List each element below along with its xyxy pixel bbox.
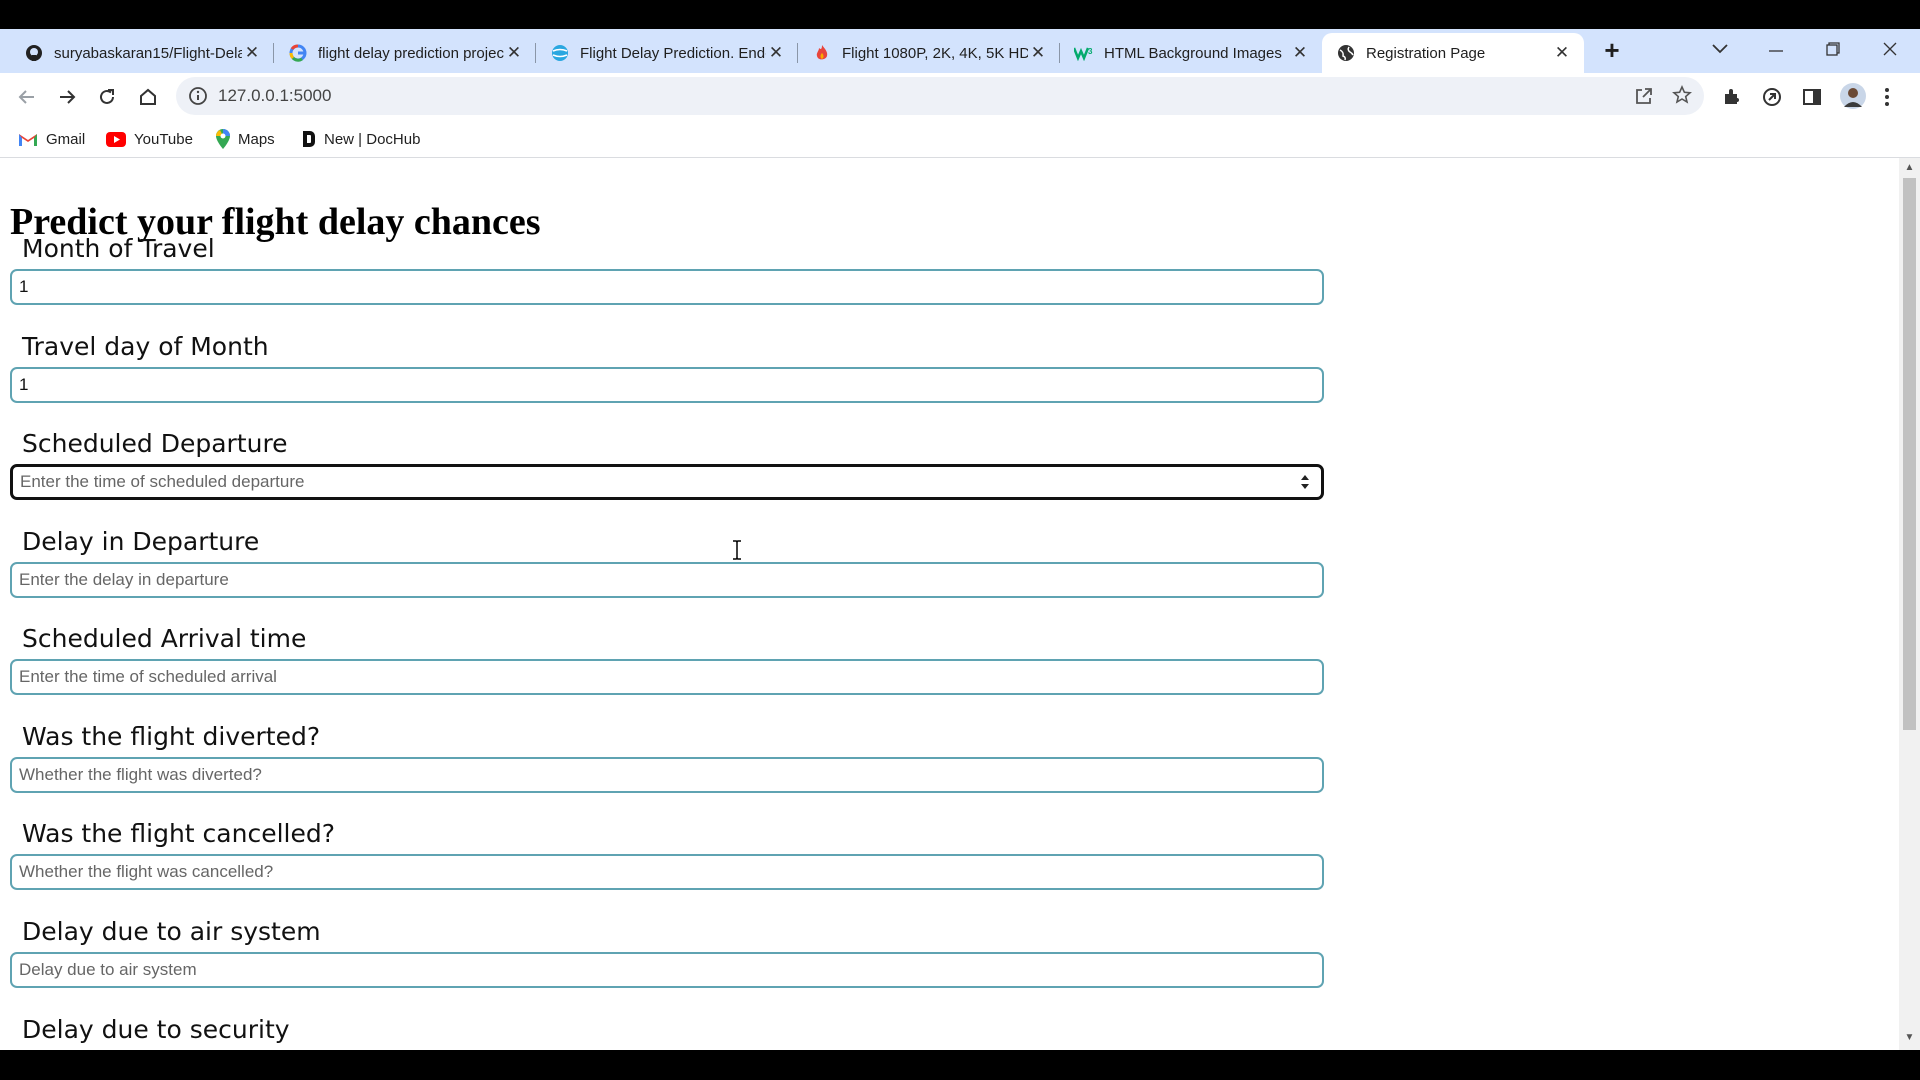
menu-kebab-icon[interactable] bbox=[1884, 87, 1890, 112]
tab-strip: suryabaskaran15/Flight-Delay ✕ flight de… bbox=[0, 29, 1920, 73]
fire-icon bbox=[812, 43, 832, 63]
number-spinner-icon[interactable] bbox=[1298, 471, 1312, 493]
bookmark-label: Gmail bbox=[46, 130, 86, 148]
field-label-day: Travel day of Month bbox=[22, 332, 269, 361]
dochub-icon bbox=[302, 130, 316, 148]
new-tab-button[interactable]: + bbox=[1590, 33, 1634, 67]
maps-icon bbox=[216, 129, 230, 149]
field-label-security-delay: Delay due to security bbox=[22, 1015, 290, 1044]
site-info-icon[interactable] bbox=[188, 86, 208, 111]
field-label-air-system-delay: Delay due to air system bbox=[22, 917, 321, 946]
gmail-icon bbox=[18, 131, 38, 147]
close-icon[interactable]: ✕ bbox=[504, 43, 524, 63]
diverted-input[interactable] bbox=[10, 757, 1324, 793]
field-label-diverted: Was the flight diverted? bbox=[22, 722, 321, 751]
bookmark-dochub[interactable]: New | DocHub bbox=[302, 129, 420, 149]
close-icon[interactable]: ✕ bbox=[1290, 43, 1310, 63]
globe-blue-icon bbox=[550, 43, 570, 63]
close-icon[interactable]: ✕ bbox=[1552, 43, 1572, 63]
month-of-travel-input[interactable] bbox=[10, 269, 1324, 305]
restore-button[interactable] bbox=[1811, 33, 1855, 67]
page-scrollbar[interactable]: ▲ ▼ bbox=[1899, 158, 1920, 1050]
minimize-button[interactable] bbox=[1754, 33, 1798, 67]
profile-avatar[interactable] bbox=[1840, 83, 1866, 114]
close-icon[interactable]: ✕ bbox=[766, 43, 786, 63]
tab-google-search[interactable]: flight delay prediction project ✕ bbox=[274, 33, 536, 73]
tab-github[interactable]: suryabaskaran15/Flight-Delay ✕ bbox=[0, 33, 274, 73]
browser-window: suryabaskaran15/Flight-Delay ✕ flight de… bbox=[0, 29, 1920, 1050]
field-label-scheduled-arrival: Scheduled Arrival time bbox=[22, 624, 307, 653]
bookmarks-bar: Gmail YouTube Maps New | DocHub bbox=[0, 121, 1920, 158]
back-button[interactable] bbox=[13, 83, 41, 111]
scheduled-departure-input[interactable] bbox=[10, 464, 1324, 500]
tab-title: suryabaskaran15/Flight-Delay bbox=[54, 44, 242, 62]
bookmark-label: YouTube bbox=[134, 130, 193, 148]
forward-button[interactable] bbox=[53, 83, 81, 111]
tab-wallpapers[interactable]: Flight 1080P, 2K, 4K, 5K HD ✕ bbox=[798, 33, 1060, 73]
tab-title: flight delay prediction project bbox=[318, 44, 504, 62]
scheduled-arrival-input[interactable] bbox=[10, 659, 1324, 695]
bookmark-maps[interactable]: Maps bbox=[216, 129, 275, 149]
text-cursor-icon bbox=[733, 540, 741, 560]
side-panel-icon[interactable] bbox=[1802, 87, 1822, 112]
url-text: 127.0.0.1:5000 bbox=[218, 86, 332, 105]
globe-icon bbox=[1336, 43, 1356, 63]
tab-w3schools[interactable]: 3 HTML Background Images ✕ bbox=[1060, 33, 1322, 73]
bookmark-label: Maps bbox=[238, 130, 275, 148]
page-content: Predict your flight delay chances Month … bbox=[0, 158, 1899, 1050]
travel-day-input[interactable] bbox=[10, 367, 1324, 403]
bookmark-star-icon[interactable] bbox=[1672, 85, 1692, 110]
tab-medium-article[interactable]: Flight Delay Prediction. End-to-end ✕ bbox=[536, 33, 798, 73]
bookmark-label: New | DocHub bbox=[324, 130, 421, 148]
youtube-icon bbox=[106, 131, 126, 147]
field-label-scheduled-departure: Scheduled Departure bbox=[22, 429, 288, 458]
w3schools-icon: 3 bbox=[1074, 43, 1094, 63]
close-window-button[interactable] bbox=[1868, 33, 1912, 67]
field-label-delay-departure: Delay in Departure bbox=[22, 527, 260, 556]
browser-toolbar: 127.0.0.1:5000 bbox=[0, 73, 1920, 121]
github-icon bbox=[24, 43, 44, 63]
close-icon[interactable]: ✕ bbox=[242, 43, 262, 63]
tab-search-chevron-icon[interactable] bbox=[1698, 33, 1742, 67]
bookmark-gmail[interactable]: Gmail bbox=[18, 129, 85, 149]
cancelled-input[interactable] bbox=[10, 854, 1324, 890]
air-system-delay-input[interactable] bbox=[10, 952, 1324, 988]
tab-registration-page[interactable]: Registration Page ✕ bbox=[1322, 33, 1584, 73]
share-icon[interactable] bbox=[1634, 86, 1654, 111]
tab-title: Registration Page bbox=[1366, 44, 1486, 62]
tab-title: Flight Delay Prediction. End-to-end bbox=[580, 44, 766, 62]
bookmark-youtube[interactable]: YouTube bbox=[106, 129, 193, 149]
scrollbar-thumb[interactable] bbox=[1903, 178, 1916, 730]
delay-in-departure-input[interactable] bbox=[10, 562, 1324, 598]
extension-refresh-icon[interactable] bbox=[1762, 87, 1782, 112]
tab-title: Flight 1080P, 2K, 4K, 5K HD bbox=[842, 44, 1028, 62]
field-label-cancelled: Was the flight cancelled? bbox=[22, 819, 335, 848]
address-bar[interactable]: 127.0.0.1:5000 bbox=[176, 77, 1704, 115]
scroll-up-arrow-icon[interactable]: ▲ bbox=[1899, 162, 1920, 176]
field-label-month: Month of Travel bbox=[22, 234, 215, 263]
scroll-down-arrow-icon[interactable]: ▼ bbox=[1899, 1032, 1920, 1046]
reload-button[interactable] bbox=[93, 83, 121, 111]
svg-text:3: 3 bbox=[1088, 47, 1093, 56]
google-icon bbox=[288, 43, 308, 63]
extensions-icon[interactable] bbox=[1722, 87, 1742, 112]
close-icon[interactable]: ✕ bbox=[1028, 43, 1048, 63]
home-button[interactable] bbox=[134, 83, 162, 111]
tab-title: HTML Background Images bbox=[1104, 44, 1282, 62]
